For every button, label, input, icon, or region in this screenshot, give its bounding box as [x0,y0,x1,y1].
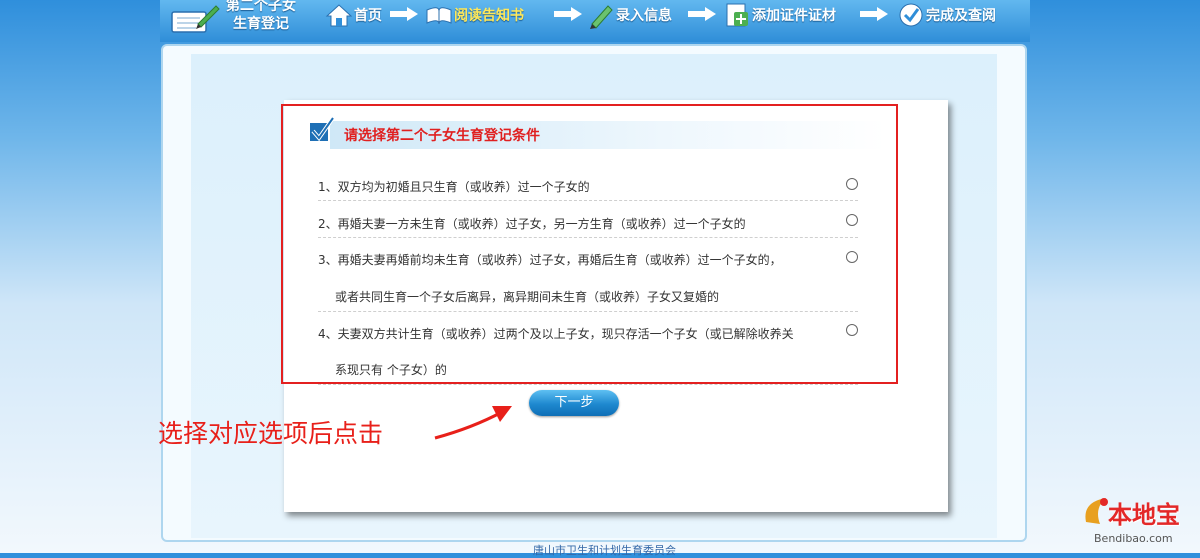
right-arrow-icon [688,7,716,21]
option-3-text-line2: 或者共同生育一个子女后离异，离异期间未生育（或收养）子女又复婚的 [335,290,720,304]
option-3-text-line1: 3、再婚夫妻再婚前均未生育（或收养）过子女，再婚后生育（或收养）过一个子女的， [318,253,782,267]
top-nav: 第二个子女 生育登记 首页 阅读告知书 录入信息 添加证件证材 完成及查阅 [160,0,1030,42]
option-1-radio[interactable] [846,178,858,190]
option-2-radio[interactable] [846,214,858,226]
option-1-text: 1、双方均为初婚且只生育（或收养）过一个子女的 [318,180,590,194]
right-arrow-icon [390,7,418,21]
red-arrow-icon [434,406,512,440]
divider [318,200,858,201]
watermark-url: Bendibao.com [1094,532,1173,545]
nav-step-label: 阅读告知书 [454,8,524,24]
footer-text: 唐山市卫生和计划生育委员会 [533,544,676,557]
watermark: 本地宝 Bendibao.com [1080,490,1200,553]
divider [318,237,858,238]
option-4-radio[interactable] [846,324,858,336]
open-book-icon [426,7,452,25]
notebook-pen-icon [171,5,220,33]
nav-step-label: 录入信息 [616,8,672,24]
annotation-text: 选择对应选项后点击 [158,419,384,448]
nav-step-add-documents[interactable]: 添加证件证材 [722,0,836,30]
section-title: 请选择第二个子女生育登记条件 [344,128,540,144]
nav-step-label: 添加证件证材 [752,8,836,24]
section-header: 请选择第二个子女生育登记条件 [306,115,886,151]
app-title: 第二个子女 生育登记 [218,0,304,33]
add-document-icon [726,3,748,27]
option-2-text: 2、再婚夫妻一方未生育（或收养）过子女，另一方生育（或收养）过一个子女的 [318,217,746,231]
app-title-line2: 生育登记 [233,16,289,32]
house-icon [325,4,353,27]
checkmark-icon [899,3,923,27]
nav-step-read-notice[interactable]: 阅读告知书 [424,0,524,30]
next-step-button[interactable]: 下一步 [529,390,619,416]
nav-step-label: 完成及查阅 [926,8,996,24]
app-title-line1: 第二个子女 [226,0,296,14]
divider [318,311,858,312]
nav-step-enter-info[interactable]: 录入信息 [586,0,672,30]
nav-step-home[interactable]: 首页 [324,0,382,30]
pencil-icon [590,5,613,29]
right-arrow-icon [860,7,888,21]
option-4-text-line2: 系现只有 个子女）的 [335,363,447,377]
nav-step-complete[interactable]: 完成及查阅 [896,0,996,30]
nav-step-label: 首页 [354,8,382,24]
checkbox-checked-icon [310,116,335,142]
option-4-text-line1: 4、夫妻双方共计生育（或收养）过两个及以上子女，现只存活一个子女（或已解除收养关 [318,327,794,341]
right-arrow-icon [554,7,582,21]
divider [318,384,858,385]
option-3-radio[interactable] [846,251,858,263]
watermark-logo-text: 本地宝 [1108,501,1180,529]
